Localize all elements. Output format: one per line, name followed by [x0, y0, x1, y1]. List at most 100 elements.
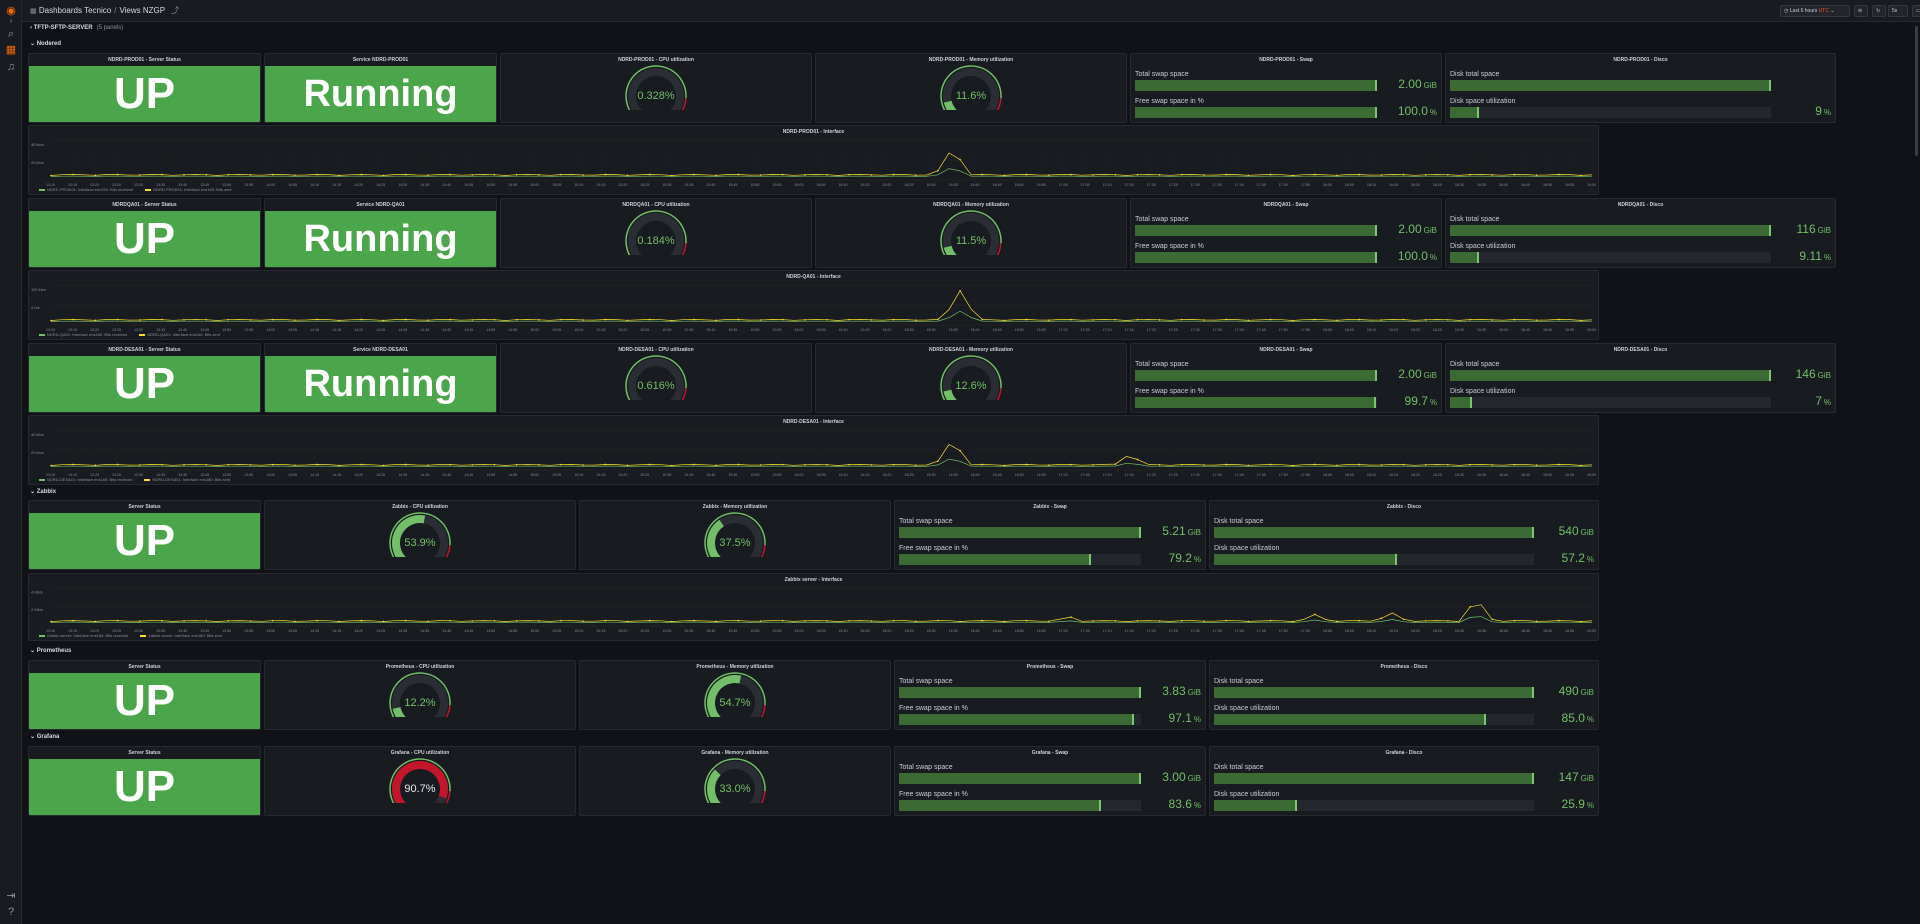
- server-status-panel[interactable]: Server Status UP: [28, 500, 261, 570]
- refresh-interval-picker[interactable]: 5s: [1888, 5, 1908, 17]
- panel-title[interactable]: Grafana - CPU utilization: [265, 750, 575, 756]
- share-icon[interactable]: ⤴: [171, 6, 179, 15]
- panel-title[interactable]: NDRDQA01 - Memory utilization: [816, 202, 1126, 208]
- server-status-panel[interactable]: NDRD-DESA01 - Server Status UP: [28, 343, 261, 413]
- panel-title[interactable]: Server Status: [29, 664, 260, 670]
- swap-bargauge-panel[interactable]: NDRD-PROD01 - Swap Total swap space 2.00 Gi…: [1130, 53, 1442, 123]
- legend-item[interactable]: NDRD-DESA01: Interface ens160: Bits rece…: [39, 477, 132, 482]
- panel-title[interactable]: NDRD-DESA01 - Disco: [1446, 347, 1835, 353]
- panel-title[interactable]: NDRDQA01 - CPU utilization: [501, 202, 811, 208]
- row-header-nodered[interactable]: ⌄ Nodered: [30, 40, 61, 47]
- panel-title[interactable]: Prometheus - Swap: [895, 664, 1205, 670]
- panel-title[interactable]: Zabbix - CPU utilization: [265, 504, 575, 510]
- memory-gauge-panel[interactable]: Grafana - Memory utilization 33.0%: [579, 746, 891, 816]
- legend-item[interactable]: NDRD-PROD01: Interface ens160: Bits rece…: [39, 187, 133, 192]
- panel-title[interactable]: Prometheus - Disco: [1210, 664, 1598, 670]
- interface-timeseries-panel[interactable]: NDRD-DESA01 - Interface 40 kb/s 20 kb/s 13:…: [28, 415, 1599, 485]
- service-stat-panel[interactable]: Service NDRD-DESA01 Running: [264, 343, 497, 413]
- row-header-prometheus[interactable]: ⌄ Prometheus: [30, 647, 71, 654]
- service-stat-panel[interactable]: Service NDRD-PROD01 Running: [264, 53, 497, 123]
- disk-bargauge-panel[interactable]: NDRDQA01 - Disco Disk total space 116 GiB Di…: [1445, 198, 1836, 268]
- legend-item[interactable]: NDRD-PROD01: Interface ens160: Bits sent: [145, 187, 232, 192]
- row-header-grafana[interactable]: ⌄ Grafana: [30, 733, 59, 740]
- swap-bargauge-panel[interactable]: Zabbix - Swap Total swap space 5.21 GiB Free…: [894, 500, 1206, 570]
- sign-in-icon[interactable]: ⇥: [4, 889, 18, 903]
- cpu-gauge-panel[interactable]: Zabbix - CPU utilization 53.9%: [264, 500, 576, 570]
- panel-title[interactable]: NDRD-DESA01 - Server Status: [29, 347, 260, 353]
- server-status-panel[interactable]: Server Status UP: [28, 746, 261, 816]
- cpu-gauge-panel[interactable]: NDRD-DESA01 - CPU utilization 0.616%: [500, 343, 812, 413]
- panel-title[interactable]: NDRD-PROD01 - CPU utilization: [501, 57, 811, 63]
- panel-title[interactable]: NDRD-DESA01 - Memory utilization: [816, 347, 1126, 353]
- panel-title[interactable]: NDRD-DESA01 - Swap: [1131, 347, 1441, 353]
- dashboards-icon[interactable]: ▦: [4, 43, 18, 57]
- cpu-gauge-value: 0.184%: [637, 235, 675, 247]
- panel-title[interactable]: Prometheus - CPU utilization: [265, 664, 575, 670]
- panel-title[interactable]: Service NDRD-PROD01: [265, 57, 496, 63]
- cpu-gauge-panel[interactable]: NDRD-PROD01 - CPU utilization 0.328%: [500, 53, 812, 123]
- panel-title[interactable]: NDRDQA01 - Server Status: [29, 202, 260, 208]
- server-status-panel[interactable]: Server Status UP: [28, 660, 261, 730]
- interface-timeseries-panel[interactable]: NDRD-QA01 - Interface 100 kb/s 0 b/s 13:10 1…: [28, 270, 1599, 340]
- cpu-gauge-panel[interactable]: NDRDQA01 - CPU utilization 0.184%: [500, 198, 812, 268]
- memory-gauge-panel[interactable]: NDRDQA01 - Memory utilization 11.5%: [815, 198, 1127, 268]
- panel-title[interactable]: NDRD-DESA01 - CPU utilization: [501, 347, 811, 353]
- disk-bargauge-panel[interactable]: Grafana - Disco Disk total space 147 GiB Dis…: [1209, 746, 1599, 816]
- disk-bargauge-panel[interactable]: NDRD-PROD01 - Disco Disk total space Disk …: [1445, 53, 1836, 123]
- panel-title[interactable]: Zabbix - Memory utilization: [580, 504, 890, 510]
- panel-title[interactable]: Prometheus - Memory utilization: [580, 664, 890, 670]
- service-stat-panel[interactable]: Service NDRD-QA01 Running: [264, 198, 497, 268]
- tv-mode-button[interactable]: ▭: [1912, 5, 1920, 17]
- legend-item[interactable]: Zabbix server: Interface ens160: Bits re…: [39, 633, 128, 638]
- swap-bargauge-panel[interactable]: Grafana - Swap Total swap space 3.00 GiB Fre…: [894, 746, 1206, 816]
- panel-title[interactable]: Grafana - Swap: [895, 750, 1205, 756]
- panel-title[interactable]: Service NDRD-QA01: [265, 202, 496, 208]
- alerting-icon[interactable]: ♫: [4, 60, 18, 74]
- swap-bargauge-panel[interactable]: Prometheus - Swap Total swap space 3.83 GiB…: [894, 660, 1206, 730]
- memory-gauge-panel[interactable]: Prometheus - Memory utilization 54.7%: [579, 660, 891, 730]
- memory-gauge-panel[interactable]: NDRD-PROD01 - Memory utilization 11.6%: [815, 53, 1127, 123]
- disk-bargauge-panel[interactable]: NDRD-DESA01 - Disco Disk total space 146 Gi…: [1445, 343, 1836, 413]
- panel-title[interactable]: Zabbix - Disco: [1210, 504, 1598, 510]
- refresh-button[interactable]: ↻: [1872, 5, 1886, 17]
- legend-item[interactable]: Zabbix server: Interface ens160: Bits se…: [140, 633, 222, 638]
- swap-bargauge-panel[interactable]: NDRDQA01 - Swap Total swap space 2.00 GiB Fr…: [1130, 198, 1442, 268]
- server-status-panel[interactable]: NDRD-PROD01 - Server Status UP: [28, 53, 261, 123]
- legend-item[interactable]: NDRD-DESA01: Interface ens160: Bits sent: [144, 477, 230, 482]
- panel-title[interactable]: Grafana - Memory utilization: [580, 750, 890, 756]
- interface-timeseries-panel[interactable]: Zabbix server - Interface 4 Mb/s 2 Mb/s 13:…: [28, 573, 1599, 641]
- panel-title[interactable]: NDRD-PROD01 - Memory utilization: [816, 57, 1126, 63]
- disk-bargauge-panel[interactable]: Zabbix - Disco Disk total space 540 GiB Disk…: [1209, 500, 1599, 570]
- panel-title[interactable]: Server Status: [29, 504, 260, 510]
- help-icon[interactable]: ?: [4, 905, 18, 919]
- breadcrumb-folder[interactable]: Dashboards Tecnico: [39, 6, 111, 15]
- cpu-gauge-panel[interactable]: Grafana - CPU utilization 90.7%: [264, 746, 576, 816]
- panel-title[interactable]: Grafana - Disco: [1210, 750, 1598, 756]
- interface-timeseries-panel[interactable]: NDRD-PROD01 - Interface 40 kb/s 20 kb/s 13:…: [28, 125, 1599, 195]
- panel-title[interactable]: Service NDRD-DESA01: [265, 347, 496, 353]
- panel-title[interactable]: NDRD-PROD01 - Server Status: [29, 57, 260, 63]
- server-status-panel[interactable]: NDRDQA01 - Server Status UP: [28, 198, 261, 268]
- legend-item[interactable]: NDRD-QA01: Interface ens160: Bits sent: [139, 332, 220, 337]
- panel-title[interactable]: NDRDQA01 - Swap: [1131, 202, 1441, 208]
- memory-gauge-panel[interactable]: Zabbix - Memory utilization 37.5%: [579, 500, 891, 570]
- memory-gauge-panel[interactable]: NDRD-DESA01 - Memory utilization 12.6%: [815, 343, 1127, 413]
- legend-item[interactable]: NDRD-QA01: Interface ens160: Bits receiv…: [39, 332, 127, 337]
- cpu-gauge-panel[interactable]: Prometheus - CPU utilization 12.2%: [264, 660, 576, 730]
- panel-title[interactable]: Zabbix - Swap: [895, 504, 1205, 510]
- time-range-picker[interactable]: ◷ Last 6 hours UTC ⌄: [1780, 5, 1850, 17]
- panel-title[interactable]: Server Status: [29, 750, 260, 756]
- zoom-out-button[interactable]: ⊖: [1854, 5, 1868, 17]
- x-tick-label: 15:40: [706, 629, 715, 633]
- breadcrumb-dashboard[interactable]: Views NZGP: [119, 6, 165, 15]
- scrollbar[interactable]: [1915, 26, 1918, 156]
- panel-title[interactable]: NDRDQA01 - Disco: [1446, 202, 1835, 208]
- search-icon[interactable]: ⌕: [4, 27, 18, 41]
- panel-title[interactable]: NDRD-PROD01 - Disco: [1446, 57, 1835, 63]
- expand-menu-icon[interactable]: ›: [4, 14, 18, 28]
- tftp-row-header[interactable]: › TFTP-SFTP-SERVER (5 panels): [30, 25, 123, 31]
- panel-title[interactable]: NDRD-PROD01 - Swap: [1131, 57, 1441, 63]
- swap-bargauge-panel[interactable]: NDRD-DESA01 - Swap Total swap space 2.00 Gi…: [1130, 343, 1442, 413]
- disk-bargauge-panel[interactable]: Prometheus - Disco Disk total space 490 GiB…: [1209, 660, 1599, 730]
- row-header-zabbix[interactable]: ⌄ Zabbix: [30, 488, 56, 495]
